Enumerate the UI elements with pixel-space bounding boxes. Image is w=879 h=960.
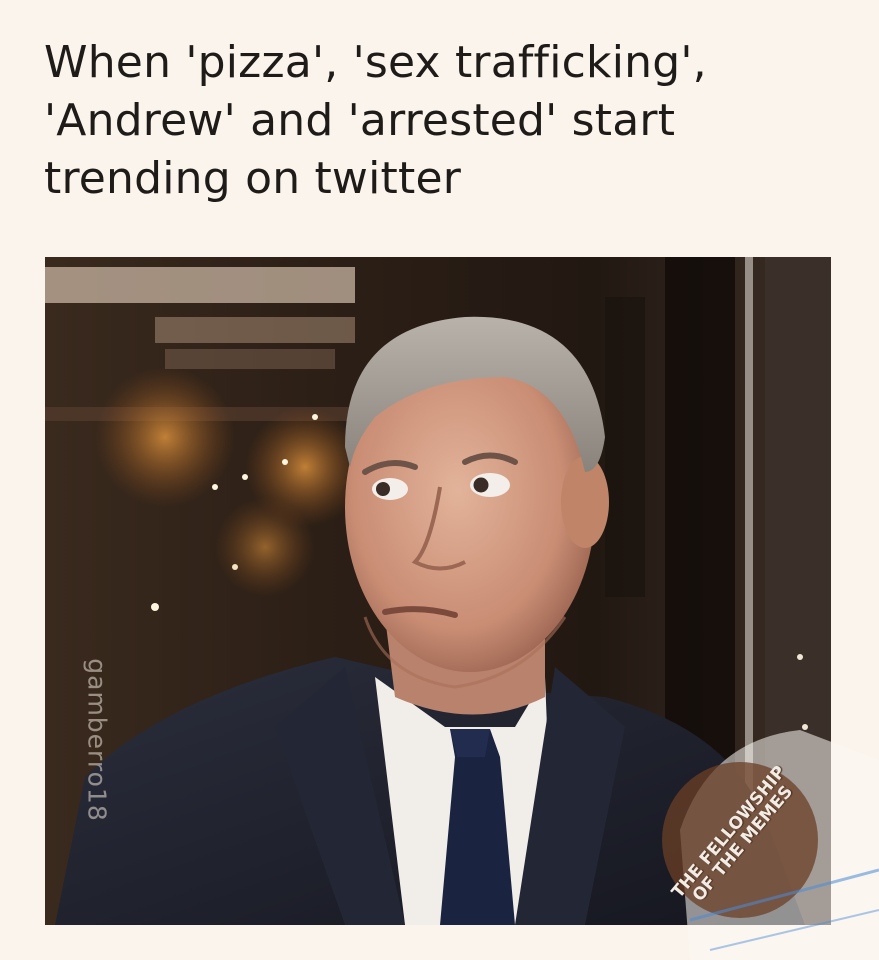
meme-caption: When 'pizza', 'sex trafficking', 'Andrew… — [44, 34, 844, 208]
caption-line-3: trending on twitter — [44, 153, 462, 204]
ceiling-light-panel — [45, 267, 355, 303]
meme-photo — [45, 257, 831, 925]
caption-line-2: 'Andrew' and 'arrested' start — [44, 95, 676, 146]
watermark-username: gamberro18 — [82, 658, 112, 822]
caption-line-1: When 'pizza', 'sex trafficking', — [44, 37, 707, 88]
